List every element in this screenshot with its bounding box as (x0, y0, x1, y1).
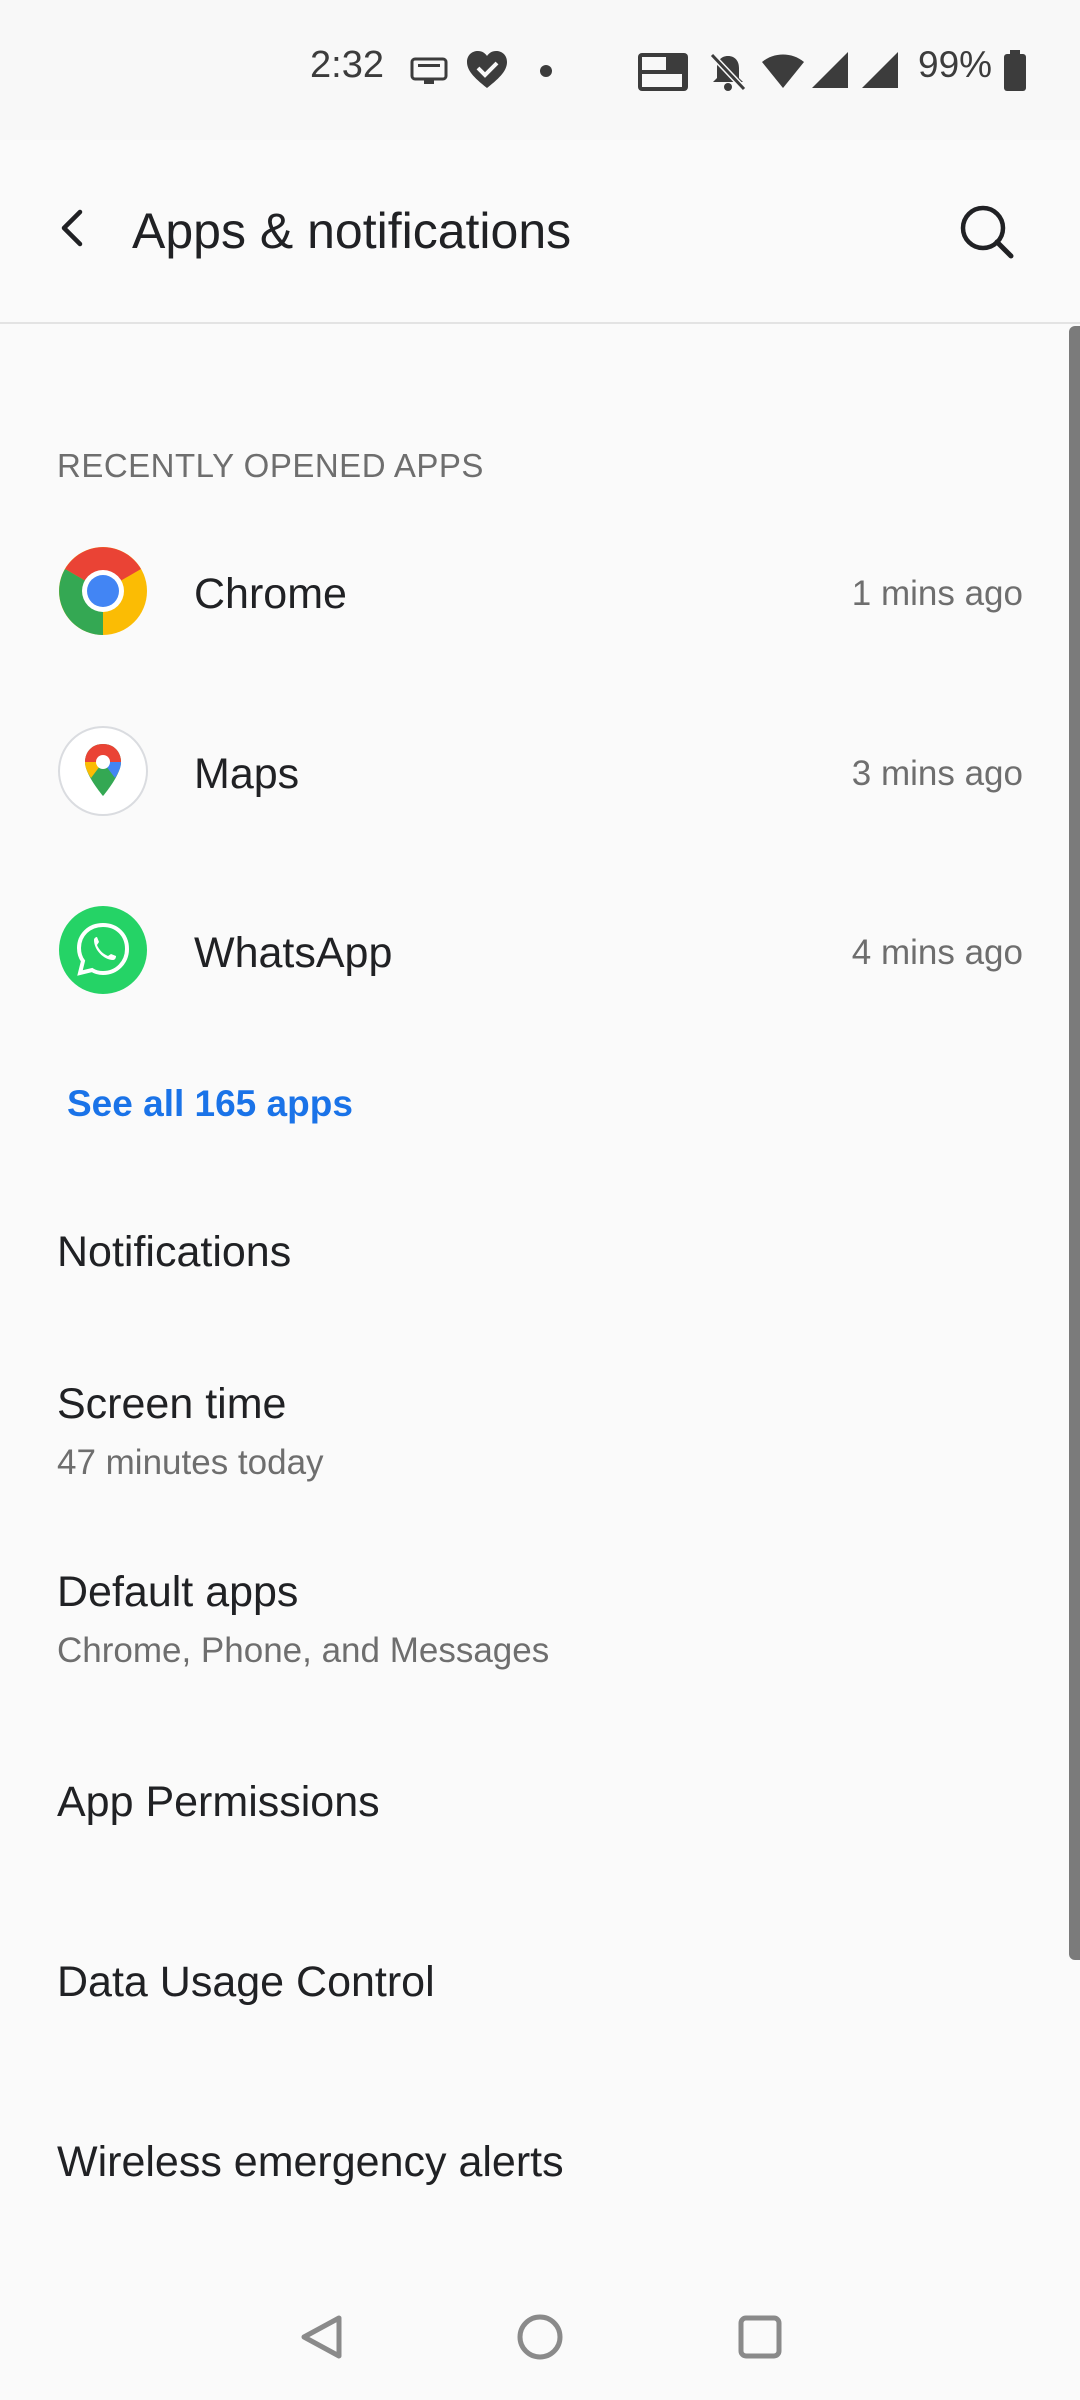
setting-title: Notifications (57, 1228, 292, 1276)
setting-title: Data Usage Control (57, 1958, 435, 2006)
battery-percent: 99% (918, 44, 993, 85)
setting-data-usage-control[interactable]: Data Usage Control (0, 1910, 1068, 2060)
setting-wireless-emergency-alerts[interactable]: Wireless emergency alerts (0, 2090, 1068, 2240)
setting-title: Wireless emergency alerts (57, 2138, 564, 2186)
dot-icon (540, 64, 552, 82)
setting-title: Screen time (57, 1380, 287, 1428)
app-bar: Apps & notifications (0, 140, 1080, 324)
nav-home-button[interactable] (495, 2292, 585, 2382)
nav-back-button[interactable] (277, 2292, 367, 2382)
screen-share-icon (410, 56, 448, 93)
nav-recents-button[interactable] (715, 2292, 805, 2382)
back-icon (301, 2315, 342, 2359)
app-last-opened: 4 mins ago (851, 933, 1023, 972)
app-last-opened: 3 mins ago (851, 754, 1023, 793)
app-name: WhatsApp (194, 929, 393, 977)
scrollbar[interactable] (1069, 326, 1080, 1960)
setting-subtitle: 47 minutes today (57, 1443, 324, 1482)
app-last-opened: 1 mins ago (851, 574, 1023, 613)
search-icon (960, 205, 1014, 259)
setting-title: Default apps (57, 1568, 299, 1616)
app-name: Chrome (194, 570, 347, 618)
page-title: Apps & notifications (132, 203, 572, 259)
chrome-icon (58, 546, 148, 636)
search-button[interactable] (955, 200, 1019, 264)
battery-icon (1003, 50, 1027, 97)
whatsapp-icon (58, 905, 148, 995)
heart-check-icon (465, 50, 509, 95)
setting-screen-time[interactable]: Screen time 47 minutes today (0, 1340, 1068, 1520)
setting-app-permissions[interactable]: App Permissions (0, 1730, 1068, 1880)
back-button[interactable] (44, 198, 104, 258)
signal-icon (810, 50, 850, 95)
recents-icon (738, 2315, 782, 2359)
setting-notifications[interactable]: Notifications (0, 1190, 1068, 1340)
recent-app-chrome[interactable]: Chrome 1 mins ago (0, 512, 1068, 672)
status-time: 2:32 (310, 44, 384, 86)
setting-subtitle: Chrome, Phone, and Messages (57, 1631, 550, 1670)
wifi-icon (760, 52, 806, 95)
signal-icon (860, 50, 900, 95)
recent-app-whatsapp[interactable]: WhatsApp 4 mins ago (0, 871, 1068, 1031)
navigation-bar (0, 2270, 1080, 2400)
home-icon (517, 2314, 563, 2360)
recent-apps-header: RECENTLY OPENED APPS (57, 447, 484, 484)
maps-icon (58, 726, 148, 816)
app-name: Maps (194, 750, 300, 798)
see-all-apps-link[interactable]: See all 165 apps (67, 1083, 353, 1125)
setting-title: App Permissions (57, 1778, 380, 1826)
status-bar: 2:32 99% (0, 0, 1080, 140)
arrow-back-icon (61, 209, 83, 247)
setting-default-apps[interactable]: Default apps Chrome, Phone, and Messages (0, 1526, 1068, 1706)
recent-app-maps[interactable]: Maps 3 mins ago (0, 692, 1068, 852)
bell-off-icon (709, 52, 747, 97)
volte-lte-icon (637, 52, 689, 97)
